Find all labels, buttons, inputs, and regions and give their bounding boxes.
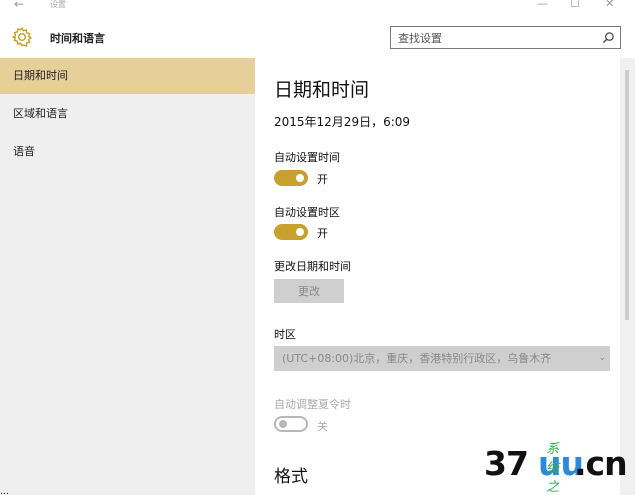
auto-time-toggle[interactable] [274,170,308,186]
current-datetime: 2015年12月29日，6:09 [274,115,411,129]
scrollbar-thumb[interactable] [625,70,629,320]
auto-timezone-label: 自动设置时区 [274,206,340,219]
watermark-digits: 37 [484,444,529,483]
settings-header: 时间和语言 [0,16,635,58]
watermark-hanzi: 系统之家 [546,442,560,495]
close-button[interactable]: ✕ [605,0,614,10]
main-content: 日期和时间 2015年12月29日，6:09 自动设置时间 开 自动设置时区 开… [255,58,620,495]
toggle-knob [296,228,304,236]
dst-label: 自动调整夏令时 [274,398,351,411]
search-input[interactable] [391,28,591,49]
gear-icon [11,27,33,47]
sidebar-item-region-language[interactable]: 区域和语言 [0,96,255,132]
auto-timezone-state: 开 [317,227,328,240]
sidebar: 日期和时间 区域和语言 语音 [0,58,255,495]
timezone-label: 时区 [274,328,296,341]
change-datetime-label: 更改日期和时间 [274,260,351,273]
dst-state: 关 [317,420,328,433]
page-title: 日期和时间 [274,79,370,101]
minimize-button[interactable]: — [537,0,548,10]
auto-time-label: 自动设置时间 [274,151,340,164]
auto-time-state: 开 [317,173,328,186]
window-titlebar: ← 设置 — ☐ ✕ [0,0,635,16]
format-section-title: 格式 [274,467,308,487]
sidebar-item-speech[interactable]: 语音 [0,134,255,170]
auto-timezone-toggle[interactable] [274,224,308,240]
bottom-caption: … [0,487,9,495]
watermark-tld: .cn [574,444,628,483]
sidebar-item-date-time[interactable]: 日期和时间 [0,58,255,94]
toggle-knob [279,420,287,428]
search-icon[interactable] [602,31,615,44]
timezone-selected-value: (UTC+08:00)北京，重庆，香港特别行政区，乌鲁木齐 [282,352,552,365]
change-datetime-button[interactable]: 更改 [274,279,344,303]
search-box[interactable] [390,26,621,49]
scrollbar[interactable] [620,58,635,495]
dst-toggle[interactable] [274,416,308,432]
maximize-button[interactable]: ☐ [570,0,580,10]
timezone-select[interactable]: (UTC+08:00)北京，重庆，香港特别行政区，乌鲁木齐 ⌄ [274,346,610,371]
toggle-knob [296,174,304,182]
page-section-title: 时间和语言 [50,32,105,45]
app-title: 设置 [50,0,66,9]
chevron-down-icon: ⌄ [598,353,606,363]
back-arrow-icon[interactable]: ← [14,0,24,11]
